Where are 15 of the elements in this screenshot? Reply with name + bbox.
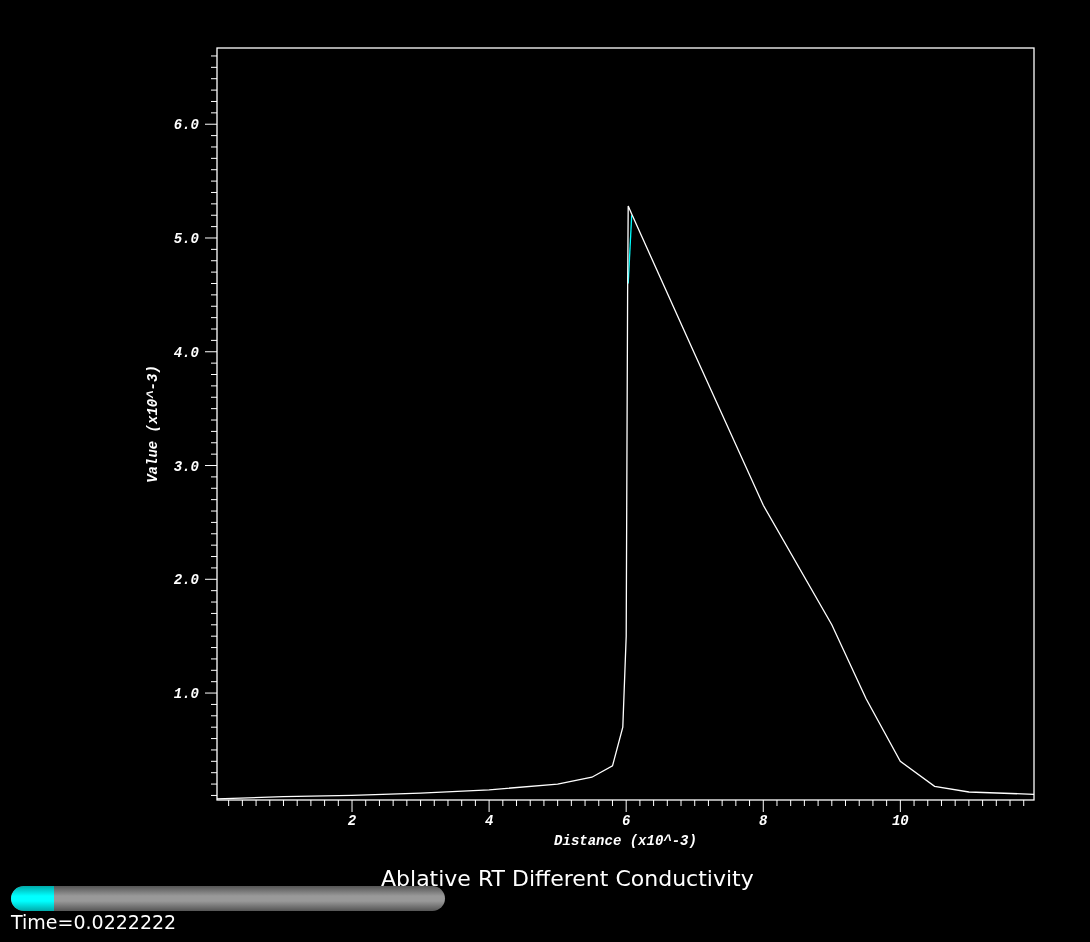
tick-label: 2.0: [173, 572, 199, 589]
tick-label: 6.0: [173, 117, 199, 134]
tick-label: 6: [622, 813, 631, 829]
tick-label: 4.0: [173, 344, 199, 361]
plot-title: Ablative RT Different Conductivity: [381, 866, 755, 892]
tick-label: 4: [484, 813, 494, 829]
tick-label: 5.0: [173, 231, 199, 247]
tick-label: 10: [891, 813, 909, 829]
tick-label: 2: [347, 813, 357, 829]
tick-label: 3.0: [173, 458, 199, 475]
tick-label: 8: [759, 813, 768, 829]
tick-label: 1.0: [173, 686, 199, 703]
axis-title: Value (x10^-3): [145, 365, 161, 483]
time-label: Time=0.0222222: [11, 911, 178, 933]
axis-title: Distance (x10^-3): [554, 833, 697, 849]
